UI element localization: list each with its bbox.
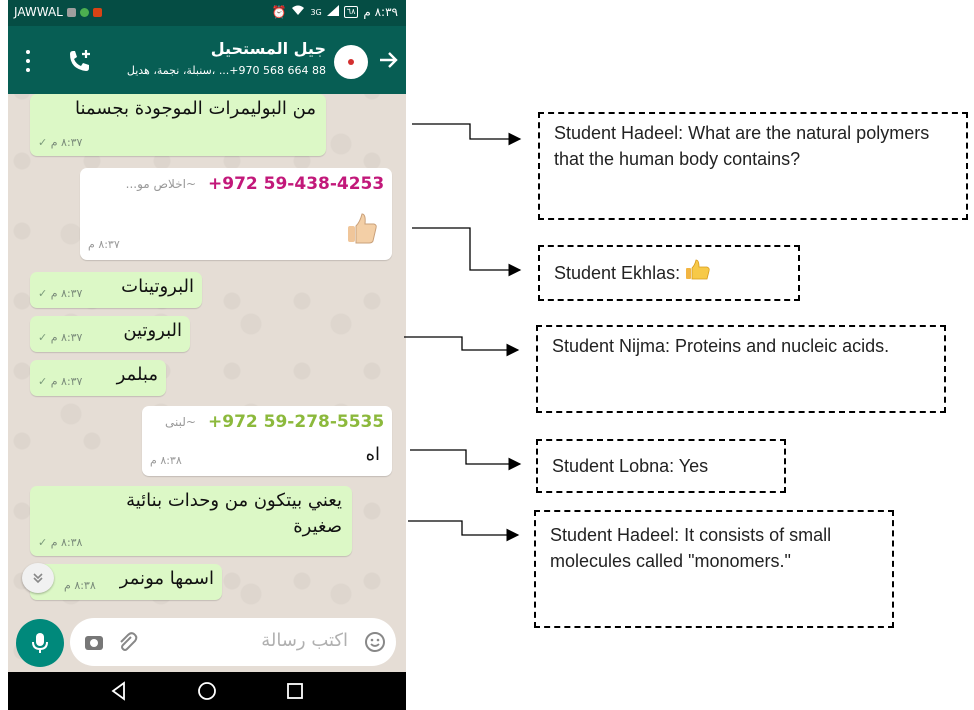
sender-nickname: ~لبنى bbox=[165, 415, 196, 429]
annotation-hadeel-question: Student Hadeel: What are the natural pol… bbox=[538, 112, 968, 220]
status-bar: JAWWAL ⏰ 3G ٦٨ ٨:٣٩ م bbox=[8, 0, 406, 26]
message-bubble[interactable]: البروتين ✓ ٨:٣٧ م bbox=[30, 316, 190, 352]
annotation-text: Student Lobna: Yes bbox=[552, 456, 709, 476]
message-text: البروتينات bbox=[121, 276, 194, 297]
message-meta: ✓ ٨:٣٧ م bbox=[38, 331, 82, 344]
message-input[interactable]: اكتب رسالة bbox=[70, 618, 396, 666]
message-time: ٨:٣٧ م bbox=[88, 238, 120, 251]
message-meta: ✓ ٨:٣٧ م bbox=[38, 287, 82, 300]
nav-home-icon[interactable] bbox=[196, 680, 218, 702]
message-bubble[interactable]: يعني بيتكون من وحدات بنائية صغيرة ✓ ٨:٣٨… bbox=[30, 486, 352, 556]
menu-icon[interactable] bbox=[20, 50, 36, 72]
message-list: من البوليمرات الموجودة بجسمنا ✓ ٨:٣٧ م +… bbox=[8, 94, 406, 614]
message-placeholder: اكتب رسالة bbox=[261, 630, 348, 651]
shield-icon bbox=[92, 7, 102, 17]
android-nav-bar bbox=[8, 672, 406, 710]
annotation-nijma: Student Nijma: Proteins and nucleic acid… bbox=[536, 325, 946, 413]
message-time: ٨:٣٨ م bbox=[50, 536, 83, 549]
thumbs-up-icon bbox=[686, 259, 710, 280]
message-time: ٨:٣٨ م bbox=[64, 579, 96, 592]
chat-title[interactable]: جيل المستحيل bbox=[211, 39, 326, 58]
signal-icon bbox=[326, 5, 339, 19]
message-bubble[interactable]: +972 59-438-4253 ~اخلاص مو... ٨:٣٧ م bbox=[80, 168, 392, 260]
message-bubble[interactable]: مبلمر ✓ ٨:٣٧ م bbox=[30, 360, 166, 396]
chat-members: سنبلة، نجمة، هديل، ...‎+970 568 664 88 bbox=[126, 64, 326, 77]
message-text: صغيرة bbox=[293, 516, 342, 537]
annotation-text: Student Nijma: Proteins and nucleic acid… bbox=[552, 336, 890, 356]
thumbs-up-icon bbox=[342, 208, 382, 248]
network-type: 3G bbox=[310, 7, 322, 17]
annotation-text: Student Hadeel: It consists of small mol… bbox=[550, 525, 832, 571]
message-text: من البوليمرات الموجودة بجسمنا bbox=[75, 98, 316, 119]
camera-icon[interactable] bbox=[84, 633, 104, 651]
message-composer: اكتب رسالة bbox=[8, 614, 406, 672]
back-arrow-icon[interactable] bbox=[376, 48, 400, 72]
annotation-text: Student Ekhlas: bbox=[554, 263, 681, 283]
message-meta: ✓ ٨:٣٨ م bbox=[38, 536, 82, 549]
group-avatar[interactable] bbox=[334, 45, 368, 79]
nav-back-icon[interactable] bbox=[108, 680, 130, 702]
annotation-hadeel-answer: Student Hadeel: It consists of small mol… bbox=[534, 510, 894, 628]
message-text: اسمها مونمر bbox=[119, 568, 214, 589]
check-icon: ✓ bbox=[38, 287, 48, 300]
message-bubble[interactable]: +972 59-278-5535 ~لبنى اه ٨:٣٨ م bbox=[142, 406, 392, 476]
whatsapp-icon bbox=[79, 7, 89, 17]
clock: ٨:٣٩ م bbox=[363, 5, 398, 19]
carrier-label: JAWWAL bbox=[14, 5, 63, 19]
mic-icon bbox=[32, 633, 48, 653]
add-call-icon[interactable] bbox=[66, 48, 94, 74]
message-time: ٨:٣٧ م bbox=[50, 375, 83, 388]
attach-icon[interactable] bbox=[116, 631, 138, 653]
battery-icon: ٦٨ bbox=[343, 6, 359, 18]
message-meta: ✓ ٨:٣٧ م bbox=[38, 136, 82, 149]
sender-phone[interactable]: +972 59-278-5535 bbox=[208, 412, 384, 432]
message-bubble[interactable]: من البوليمرات الموجودة بجسمنا ✓ ٨:٣٧ م bbox=[30, 94, 326, 156]
emoji-icon[interactable] bbox=[364, 631, 386, 653]
mic-button[interactable] bbox=[16, 619, 64, 667]
message-text: البروتين bbox=[123, 320, 182, 341]
message-meta: ✓ ٨:٣٧ م bbox=[38, 375, 82, 388]
message-text: اه bbox=[365, 444, 380, 465]
message-text: يعني بيتكون من وحدات بنائية bbox=[126, 490, 342, 511]
check-icon: ✓ bbox=[38, 136, 48, 149]
check-icon: ✓ bbox=[38, 331, 48, 344]
message-time: ٨:٣٧ م bbox=[50, 331, 83, 344]
check-icon: ✓ bbox=[38, 375, 48, 388]
phone-screenshot: JAWWAL ⏰ 3G ٦٨ ٨:٣٩ م جيل المستحيل سنبلة… bbox=[8, 0, 406, 710]
message-text: مبلمر bbox=[116, 364, 158, 385]
alarm-icon: ⏰ bbox=[271, 5, 287, 19]
annotation-lobna: Student Lobna: Yes bbox=[536, 439, 786, 493]
nav-recents-icon[interactable] bbox=[284, 680, 306, 702]
scroll-down-icon[interactable] bbox=[22, 563, 54, 593]
message-time: ٨:٣٨ م bbox=[150, 454, 182, 467]
message-bubble[interactable]: البروتينات ✓ ٨:٣٧ م bbox=[30, 272, 202, 308]
message-time: ٨:٣٧ م bbox=[50, 287, 83, 300]
sender-phone[interactable]: +972 59-438-4253 bbox=[208, 174, 384, 194]
notification-icon bbox=[66, 7, 76, 17]
message-bubble[interactable]: اسمها مونمر ٨:٣٨ م bbox=[30, 564, 222, 600]
sender-nickname: ~اخلاص مو... bbox=[125, 177, 196, 191]
check-icon: ✓ bbox=[38, 536, 48, 549]
wifi-icon bbox=[291, 5, 305, 19]
annotation-ekhlas: Student Ekhlas: bbox=[538, 245, 800, 301]
chat-header: جيل المستحيل سنبلة، نجمة، هديل، ...‎+970… bbox=[8, 26, 406, 94]
annotation-text: Student Hadeel: What are the natural pol… bbox=[554, 123, 930, 169]
message-time: ٨:٣٧ م bbox=[50, 136, 83, 149]
